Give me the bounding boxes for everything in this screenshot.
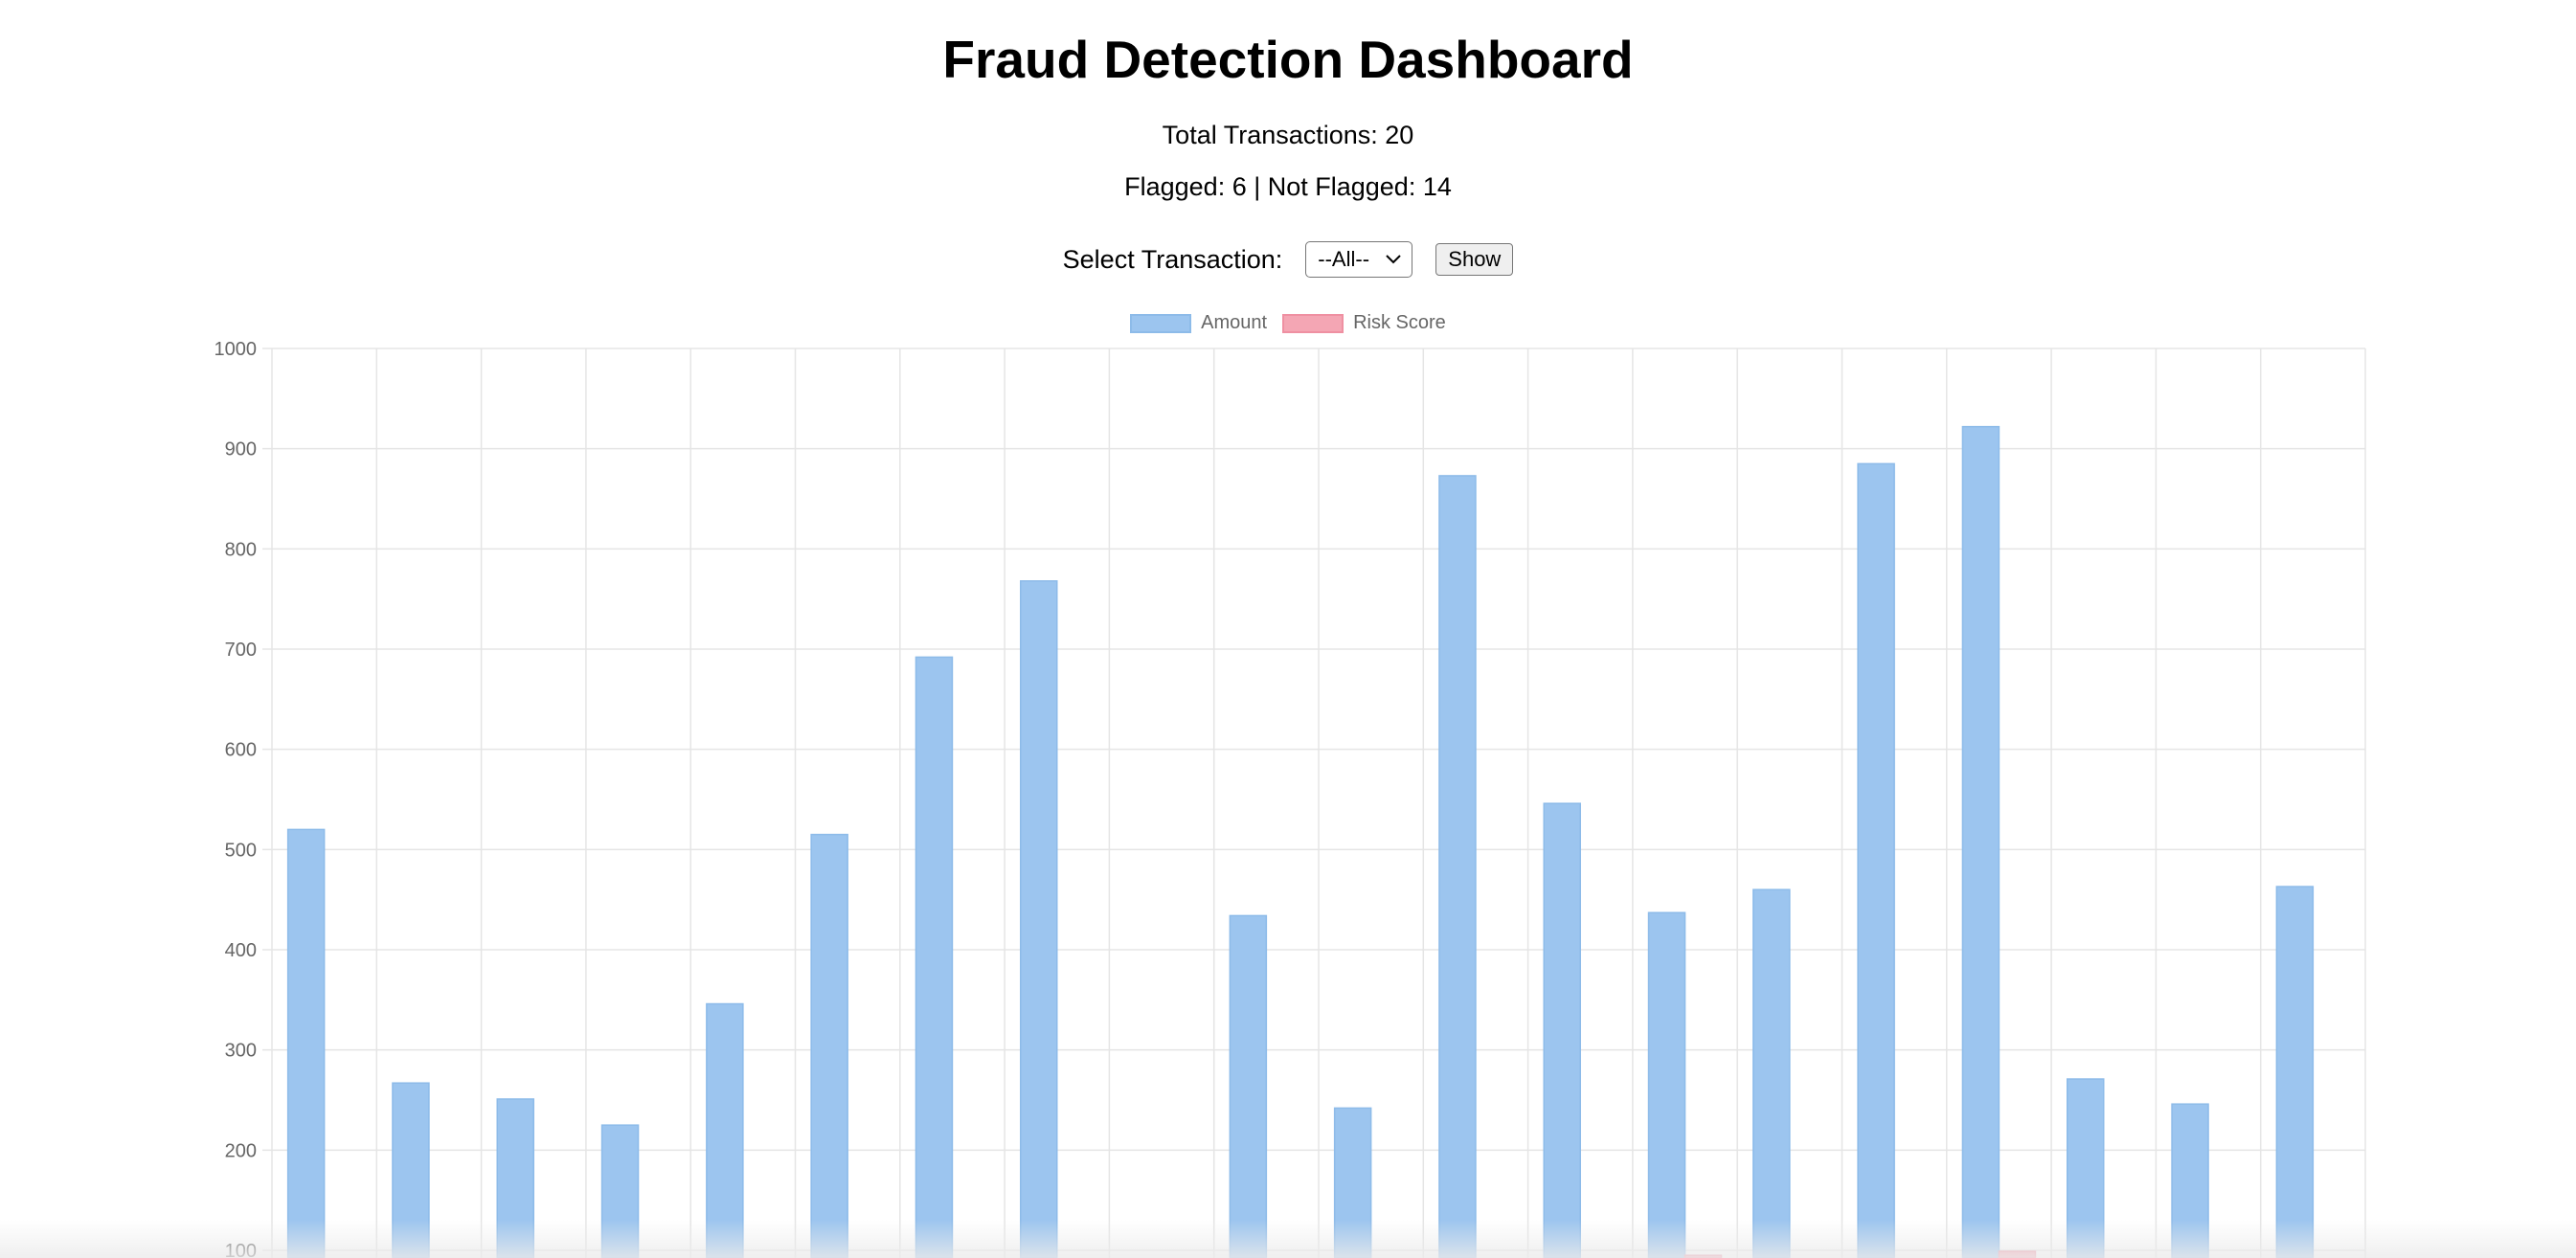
bar-amount [286, 828, 326, 1258]
bar-amount [915, 656, 954, 1258]
y-tick-label: 1000 [215, 339, 258, 360]
bar-amount [1752, 888, 1791, 1258]
bar-amount [600, 1124, 640, 1258]
bar-amount [392, 1082, 430, 1258]
y-tick-label: 200 [225, 1140, 257, 1161]
dashboard-page: Fraud Detection Dashboard Total Transact… [0, 0, 2576, 1258]
bar-amount [1543, 802, 1581, 1258]
bar-amount [1229, 914, 1268, 1258]
y-tick-label: 900 [225, 439, 257, 461]
bar-chart: 100 200 300 400 500 600 700 800 900 1000 [215, 339, 2366, 1258]
y-tick-label: 300 [225, 1041, 257, 1062]
bar-amount [1438, 475, 1477, 1258]
y-tick-label: 700 [225, 640, 257, 661]
bar-amount [1961, 425, 2000, 1258]
bar-amount [2171, 1103, 2209, 1258]
bar-amount [1333, 1107, 1372, 1258]
bar-amount [810, 833, 848, 1258]
bar-risk-score [1998, 1250, 2037, 1258]
y-tick-label: 400 [225, 940, 257, 961]
y-tick-label: 600 [225, 740, 257, 761]
y-tick-label: 500 [225, 840, 257, 861]
bar-amount [1857, 462, 1895, 1258]
bar-amount [1020, 580, 1058, 1258]
bar-amount [706, 1002, 744, 1258]
bar-amount [2067, 1078, 2105, 1258]
y-tick-label: 100 [225, 1241, 257, 1258]
bar-amount [496, 1098, 534, 1258]
y-tick-label: 800 [225, 539, 257, 560]
bar-amount [2275, 886, 2315, 1258]
bar-amount [1647, 911, 1686, 1258]
